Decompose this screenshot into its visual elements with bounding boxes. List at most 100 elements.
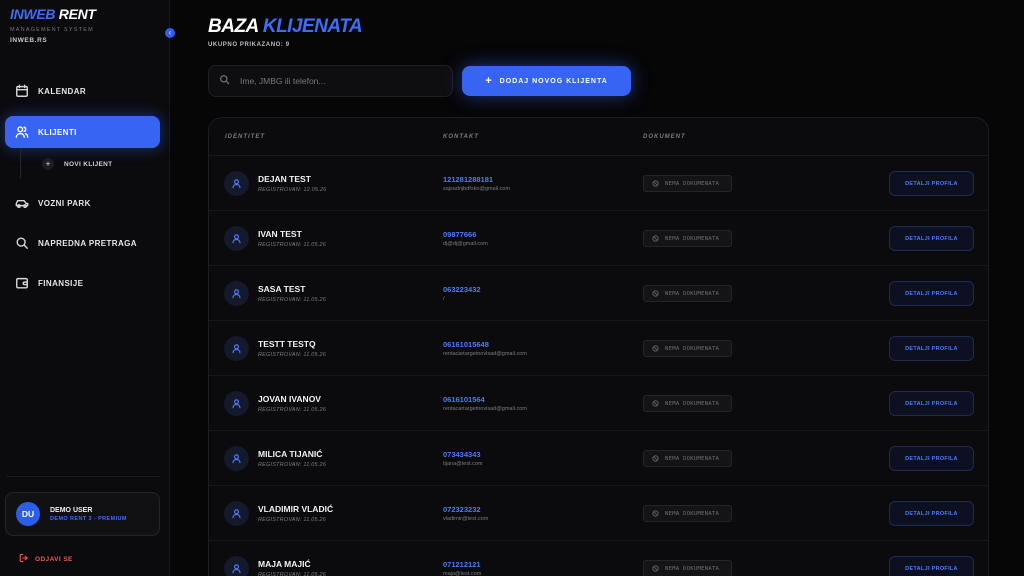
client-email: / — [443, 296, 445, 302]
page-title-part2: KLIJENATA — [262, 16, 363, 37]
results-count: UKUPNO PRIKAZANO: 9 — [208, 42, 290, 48]
profile-details-button[interactable]: DETALJI PROFILA — [889, 336, 974, 361]
user-plan: DEMO RENT 3 - PREMIUM — [50, 515, 127, 522]
no-document-icon — [652, 235, 659, 242]
wallet-icon — [15, 276, 29, 290]
client-registered: REGISTROVAN: 11.05.26 — [258, 572, 326, 576]
document-status: NEMA DOKUMENATA — [665, 345, 720, 352]
no-document-icon — [652, 455, 659, 462]
user-icon — [224, 556, 249, 576]
sidebar-item-label: NAPREDNA PRETRAGA — [38, 238, 137, 248]
client-email: tijana@test.com — [443, 461, 483, 467]
profile-details-button[interactable]: DETALJI PROFILA — [889, 446, 974, 471]
user-icon — [224, 281, 249, 306]
sidebar-item-klijenti[interactable]: KLIJENTI — [5, 116, 160, 148]
client-phone[interactable]: 073434343 — [443, 450, 481, 459]
search-icon — [219, 72, 230, 90]
document-status: NEMA DOKUMENATA — [665, 455, 720, 462]
client-phone[interactable]: 063223432 — [443, 285, 481, 294]
user-icon — [224, 336, 249, 361]
client-phone[interactable]: 072323232 — [443, 505, 481, 514]
search-icon — [15, 236, 29, 250]
user-name: DEMO USER — [50, 506, 93, 514]
client-email: maja@test.com — [443, 571, 482, 576]
table-row[interactable]: DEJAN TEST REGISTROVAN: 12.05.26 1212812… — [209, 156, 988, 211]
brand-title-part2: RENT — [58, 6, 96, 22]
profile-details-button[interactable]: DETALJI PROFILA — [889, 226, 974, 251]
chevron-left-icon[interactable]: ‹ — [165, 28, 175, 38]
table-row[interactable]: MAJA MAJIĆ REGISTROVAN: 11.05.26 0712121… — [209, 541, 988, 576]
profile-details-button[interactable]: DETALJI PROFILA — [889, 501, 974, 526]
sidebar-subitem-label: NOVI KLIJENT — [64, 160, 113, 168]
add-client-button[interactable]: + DODAJ NOVOG KLIJENTA — [462, 66, 631, 96]
calendar-icon — [15, 84, 29, 98]
client-phone[interactable]: 06161015648 — [443, 340, 489, 349]
table-row[interactable]: SASA TEST REGISTROVAN: 11.05.26 06322343… — [209, 266, 988, 321]
no-document-icon — [652, 345, 659, 352]
client-name: IVAN TEST — [258, 229, 302, 239]
client-email: dj@dj@gmail.com — [443, 241, 488, 247]
sidebar-item-finansije[interactable]: FINANSIJE — [5, 267, 160, 299]
profile-details-button[interactable]: DETALJI PROFILA — [889, 391, 974, 416]
page-title-part1: BAZA — [208, 16, 259, 37]
client-phone[interactable]: 0616101564 — [443, 395, 485, 404]
table-row[interactable]: JOVAN IVANOV REGISTROVAN: 11.05.26 06161… — [209, 376, 988, 431]
table-header: IDENTITET KONTAKT DOKUMENT — [209, 118, 988, 156]
client-registered: REGISTROVAN: 11.05.26 — [258, 462, 326, 468]
client-email: sajsadnjbdfskn@gmail.com — [443, 186, 511, 192]
sidebar-item-label: FINANSIJE — [38, 278, 84, 288]
client-registered: REGISTROVAN: 12.05.26 — [258, 187, 327, 193]
profile-details-button[interactable]: DETALJI PROFILA — [889, 556, 974, 576]
user-icon — [224, 226, 249, 251]
brand-site: INWEB.RS — [10, 37, 48, 44]
client-registered: REGISTROVAN: 11.05.26 — [258, 352, 326, 358]
client-phone[interactable]: 071212121 — [443, 560, 481, 569]
user-icon — [224, 501, 249, 526]
search-input[interactable] — [240, 76, 430, 86]
brand-title-part1: INWEB — [10, 6, 56, 22]
user-icon — [224, 391, 249, 416]
subnav-line — [20, 148, 21, 178]
client-name: MILICA TIJANIĆ — [258, 449, 323, 459]
document-badge: NEMA DOKUMENATA — [643, 505, 732, 522]
column-header-contact: KONTAKT — [443, 134, 479, 140]
table-row[interactable]: MILICA TIJANIĆ REGISTROVAN: 11.05.26 073… — [209, 431, 988, 486]
document-badge: NEMA DOKUMENATA — [643, 230, 732, 247]
document-status: NEMA DOKUMENATA — [665, 290, 720, 297]
table-row[interactable]: VLADIMIR VLADIĆ REGISTROVAN: 11.05.26 07… — [209, 486, 988, 541]
sidebar-item-label: VOZNI PARK — [38, 198, 91, 208]
brand-subtitle: MANAGEMENT SYSTEM — [10, 27, 94, 33]
no-document-icon — [652, 565, 659, 572]
sidebar-item-napredna-pretraga[interactable]: NAPREDNA PRETRAGA — [5, 227, 160, 259]
logout-label: ODJAVI SE — [35, 555, 73, 563]
document-status: NEMA DOKUMENATA — [665, 565, 720, 572]
sidebar-divider — [6, 476, 160, 477]
client-registered: REGISTROVAN: 11.05.26 — [258, 242, 326, 248]
brand-logo[interactable]: INWEB RENT MANAGEMENT SYSTEM INWEB.RS — [10, 6, 96, 44]
client-email: rentacartargetnovisad@gmail.com — [443, 351, 527, 357]
client-name: SASA TEST — [258, 284, 306, 294]
logout-icon — [19, 550, 29, 568]
search-box[interactable] — [208, 65, 453, 97]
profile-details-button[interactable]: DETALJI PROFILA — [889, 281, 974, 306]
client-name: MAJA MAJIĆ — [258, 559, 311, 569]
user-card[interactable]: DU DEMO USER DEMO RENT 3 - PREMIUM — [5, 492, 160, 536]
logout-button[interactable]: ODJAVI SE — [19, 550, 73, 568]
table-row[interactable]: IVAN TEST REGISTROVAN: 11.05.26 09877666… — [209, 211, 988, 266]
car-icon — [15, 196, 29, 210]
page-title: BAZA KLIJENATA — [208, 16, 363, 38]
client-phone[interactable]: 09877666 — [443, 230, 476, 239]
sidebar-item-kalendar[interactable]: KALENDAR — [5, 75, 160, 107]
client-phone[interactable]: 121281288181 — [443, 175, 493, 184]
sidebar-item-vozni-park[interactable]: VOZNI PARK — [5, 187, 160, 219]
sidebar-subitem-novi-klijent[interactable]: + NOVI KLIJENT — [42, 158, 112, 170]
sidebar-item-label: KALENDAR — [38, 86, 87, 96]
client-name: JOVAN IVANOV — [258, 394, 321, 404]
document-badge: NEMA DOKUMENATA — [643, 450, 732, 467]
table-row[interactable]: TESTT TESTQ REGISTROVAN: 11.05.26 061610… — [209, 321, 988, 376]
no-document-icon — [652, 180, 659, 187]
profile-details-button[interactable]: DETALJI PROFILA — [889, 171, 974, 196]
document-badge: NEMA DOKUMENATA — [643, 560, 732, 576]
document-status: NEMA DOKUMENATA — [665, 235, 720, 242]
client-registered: REGISTROVAN: 11.05.26 — [258, 407, 326, 413]
